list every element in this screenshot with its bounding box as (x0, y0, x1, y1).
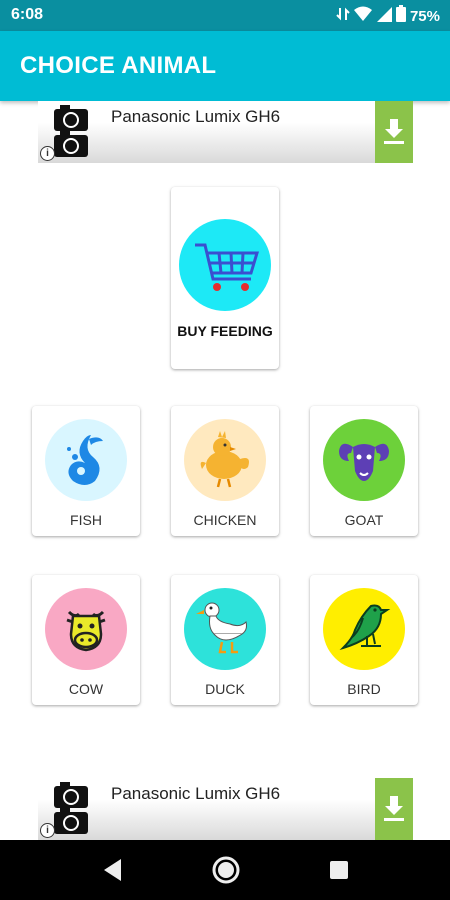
cow-card[interactable]: COW (32, 575, 140, 705)
bird-circle (323, 588, 405, 670)
status-time: 6:08 (11, 6, 44, 23)
buy-feeding-card[interactable]: BUY FEEDING (171, 187, 279, 369)
bird-card[interactable]: BIRD (310, 575, 418, 705)
shopping-cart-icon (195, 243, 260, 291)
cow-icon (66, 610, 106, 652)
wifi-icon (353, 6, 372, 27)
fish-label: FISH (70, 512, 102, 528)
buy-feeding-circle (179, 219, 271, 311)
page-title: CHOICE ANIMAL (20, 52, 217, 79)
ad-info-icon[interactable]: i (40, 823, 55, 838)
status-bar: 6:08 75% (0, 0, 450, 31)
duck-circle (184, 588, 266, 670)
goat-circle (323, 419, 405, 501)
recents-icon[interactable] (328, 859, 350, 886)
duck-icon (196, 602, 247, 654)
ad-info-icon[interactable]: i (40, 146, 55, 161)
fish-card[interactable]: FISH (32, 406, 140, 536)
ad-banner-top[interactable]: i Panasonic Lumix GH6 (38, 101, 413, 163)
chicken-circle (184, 419, 266, 501)
fish-circle (45, 419, 127, 501)
cow-circle (45, 588, 127, 670)
ad-banner-bottom[interactable]: i Panasonic Lumix GH6 (38, 778, 413, 840)
bird-label: BIRD (347, 681, 381, 697)
goat-icon (339, 443, 389, 481)
back-icon[interactable] (101, 856, 123, 889)
status-icons: 75% (336, 5, 440, 27)
battery-icon (395, 5, 406, 27)
download-icon (384, 119, 404, 144)
duck-label: DUCK (205, 681, 245, 697)
duck-card[interactable]: DUCK (171, 575, 279, 705)
ad-title: Panasonic Lumix GH6 (111, 784, 281, 803)
fish-icon (67, 435, 103, 485)
download-button[interactable] (375, 101, 413, 163)
signal-icon (376, 6, 392, 27)
data-saver-icon (336, 6, 350, 27)
download-icon (384, 796, 404, 821)
chicken-label: CHICKEN (193, 512, 257, 528)
goat-label: GOAT (344, 512, 384, 528)
home-icon[interactable] (211, 855, 241, 890)
ad-title: Panasonic Lumix GH6 (111, 107, 281, 126)
app-bar: CHOICE ANIMAL (0, 31, 450, 101)
chicken-icon (200, 431, 249, 488)
cow-label: COW (68, 681, 104, 697)
download-button[interactable] (375, 778, 413, 840)
system-nav-bar (0, 840, 450, 900)
bird-icon (339, 604, 391, 651)
battery-percent: 75% (409, 7, 440, 25)
buy-feeding-label: BUY FEEDING (177, 323, 273, 339)
chicken-card[interactable]: CHICKEN (171, 406, 279, 536)
goat-card[interactable]: GOAT (310, 406, 418, 536)
